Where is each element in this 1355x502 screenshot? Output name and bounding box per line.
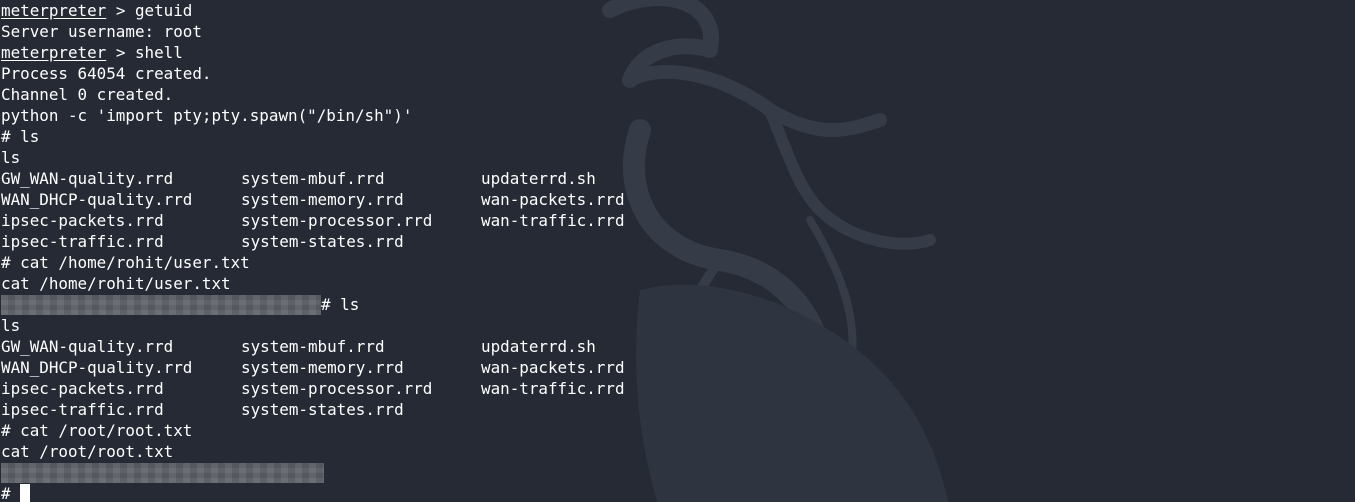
file-name: system-states.rrd [241,400,404,419]
command-text: # ls [1,127,40,146]
ls-output-row: WAN_DHCP-quality.rrd system-memory.rrd wan… [1,189,625,210]
output-text: ls [1,316,21,335]
meterpreter-prompt: meterpreter [1,43,107,62]
file-name: system-memory.rrd [241,190,404,209]
file-name: wan-packets.rrd [481,358,625,377]
terminal-line: cat /home/rohit/user.txt [1,273,625,294]
file-name: WAN_DHCP-quality.rrd [1,190,193,209]
terminal-line: Channel 0 created. [1,84,625,105]
file-name: system-memory.rrd [241,358,404,377]
output-text: cat /home/rohit/user.txt [1,274,231,293]
shell-prompt: # [1,484,21,502]
file-name: wan-traffic.rrd [481,379,625,398]
file-name: system-processor.rrd [241,211,433,230]
redacted-root-flag [1,462,324,483]
output-text: Process 64054 created. [1,64,212,83]
terminal-line: # ls [1,126,625,147]
ls-output-row: ipsec-traffic.rrd system-states.rrd [1,231,625,252]
command-text: python -c 'import pty;pty.spawn("/bin/sh… [1,106,413,125]
meterpreter-prompt: meterpreter [1,1,107,20]
file-name: wan-traffic.rrd [481,211,625,230]
terminal-line: # ls [1,294,625,315]
text-cursor[interactable] [20,483,31,502]
command-text: # cat /home/rohit/user.txt [1,253,250,272]
terminal-line: Process 64054 created. [1,63,625,84]
file-name: ipsec-packets.rrd [1,211,164,230]
terminal-line: # cat /home/rohit/user.txt [1,252,625,273]
terminal-line: meterpreter > shell [1,42,625,63]
redacted-user-flag [1,294,321,315]
file-name: WAN_DHCP-quality.rrd [1,358,193,377]
command-text: # ls [321,295,360,314]
file-name: ipsec-traffic.rrd [1,232,164,251]
file-name: system-mbuf.rrd [241,337,385,356]
ls-output-row: WAN_DHCP-quality.rrd system-memory.rrd wan… [1,357,625,378]
output-text: cat /root/root.txt [1,442,174,461]
ls-output-row: GW_WAN-quality.rrd system-mbuf.rrd updater… [1,336,625,357]
file-name: GW_WAN-quality.rrd [1,337,174,356]
terminal-input-line[interactable]: # [1,483,625,502]
command-text: > shell [106,43,183,62]
command-text: > getuid [106,1,193,20]
file-name: ipsec-traffic.rrd [1,400,164,419]
ls-output-row: GW_WAN-quality.rrd system-mbuf.rrd updater… [1,168,625,189]
file-name: system-processor.rrd [241,379,433,398]
file-name: system-mbuf.rrd [241,169,385,188]
file-name: GW_WAN-quality.rrd [1,169,174,188]
ls-output-row: ipsec-traffic.rrd system-states.rrd [1,399,625,420]
file-name: updaterrd.sh [481,337,596,356]
terminal-line: ls [1,315,625,336]
file-name: ipsec-packets.rrd [1,379,164,398]
file-name: updaterrd.sh [481,169,596,188]
ls-output-row: ipsec-packets.rrd system-processor.rrd wan… [1,210,625,231]
terminal-line [1,462,625,483]
terminal-line: python -c 'import pty;pty.spawn("/bin/sh… [1,105,625,126]
command-text: # cat /root/root.txt [1,421,193,440]
output-text: Server username: root [1,22,202,41]
output-text: Channel 0 created. [1,85,174,104]
terminal-line: ls [1,147,625,168]
terminal-window[interactable]: meterpreter > getuid Server username: ro… [0,0,1355,502]
terminal-line: meterpreter > getuid [1,0,625,21]
terminal-line: cat /root/root.txt [1,441,625,462]
ls-output-row: ipsec-packets.rrd system-processor.rrd wan… [1,378,625,399]
file-name: system-states.rrd [241,232,404,251]
terminal-line: # cat /root/root.txt [1,420,625,441]
file-name: wan-packets.rrd [481,190,625,209]
output-text: ls [1,148,21,167]
terminal-line: Server username: root [1,21,625,42]
